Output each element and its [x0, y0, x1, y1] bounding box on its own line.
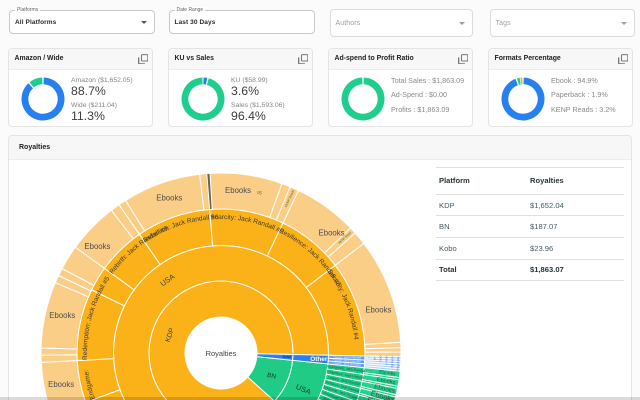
svg-text:Ebooks: Ebooks — [48, 380, 74, 389]
svg-text:Ebooks: Ebooks — [84, 242, 110, 251]
svg-text:Ebooks: Ebooks — [49, 311, 75, 320]
svg-text:Ebooks: Ebooks — [225, 186, 251, 195]
svg-text:Other: Other — [310, 356, 328, 363]
svg-text:Ebooks: Ebooks — [365, 306, 391, 315]
svg-text:Ebooks: Ebooks — [156, 193, 182, 202]
svg-text:Ebooks: Ebooks — [319, 228, 345, 237]
svg-text:Kobo: Kobo — [283, 355, 291, 359]
svg-text:Royalties: Royalties — [206, 349, 237, 358]
